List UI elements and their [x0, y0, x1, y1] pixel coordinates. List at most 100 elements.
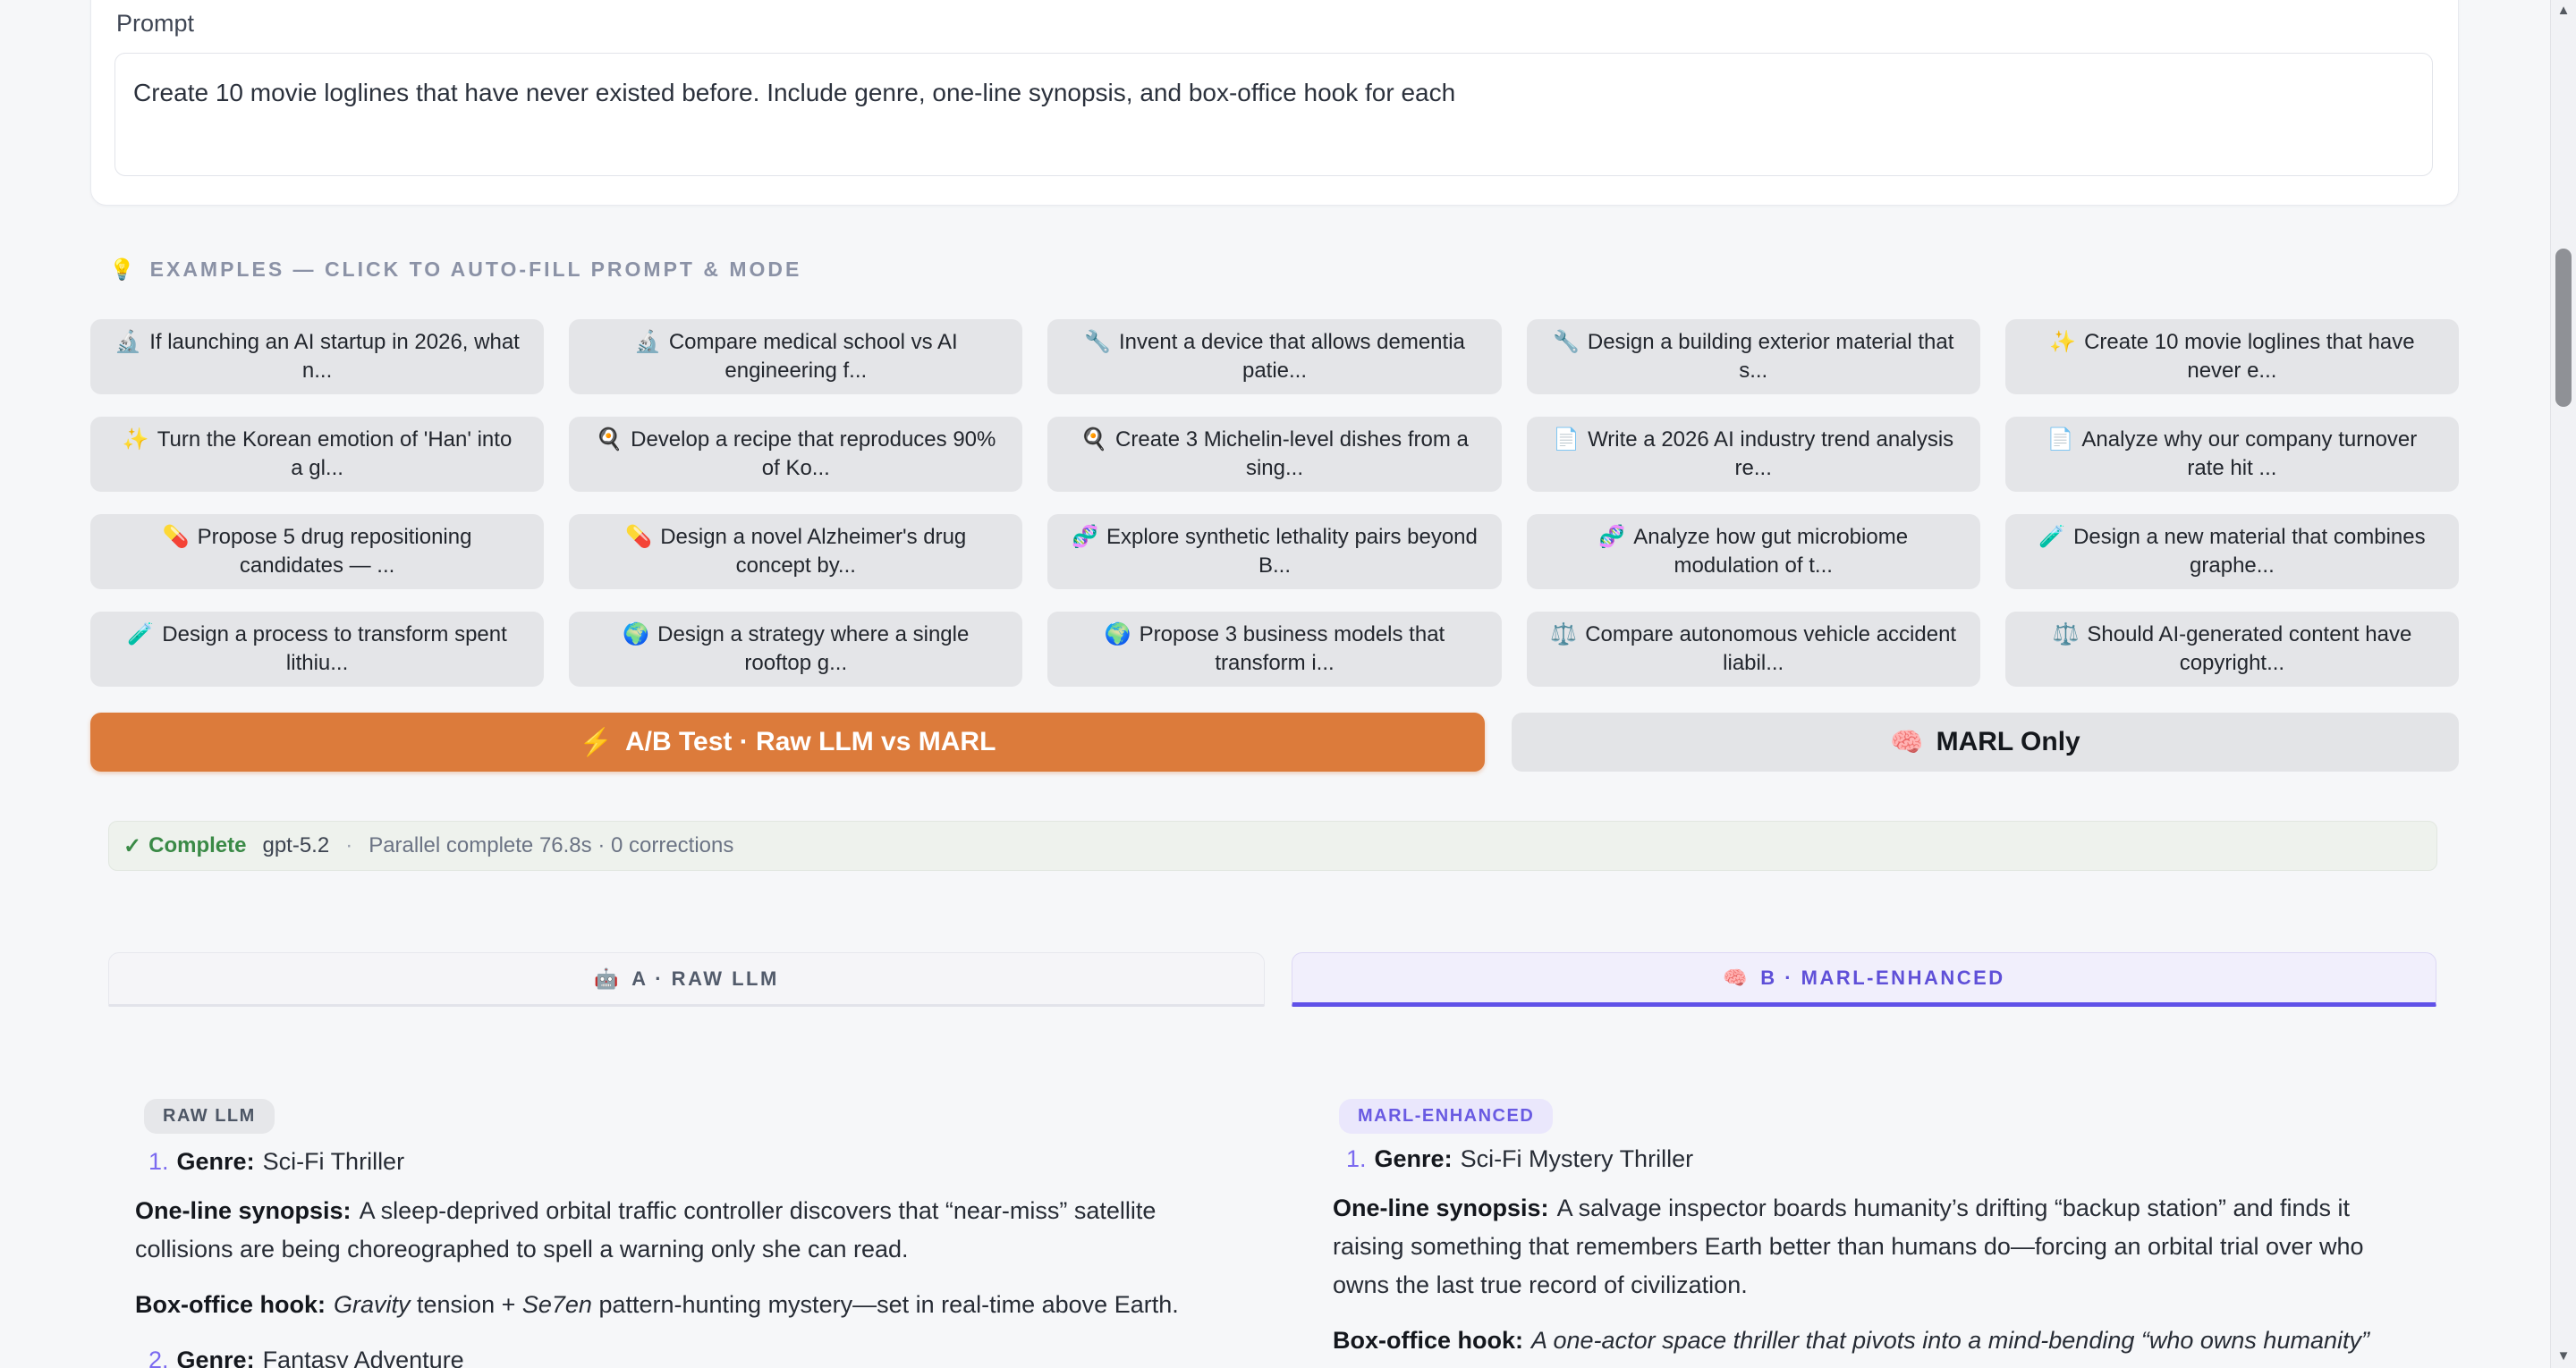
- scroll-down-arrow-icon[interactable]: ▼: [2551, 1348, 2576, 1364]
- pill-icon: 💊: [625, 525, 652, 549]
- genre-value: Sci-Fi Mystery Thriller: [1461, 1145, 1694, 1172]
- list-number: 1.: [1346, 1145, 1367, 1172]
- mode-button-row: ⚡ A/B Test · Raw LLM vs MARL 🧠 MARL Only: [90, 713, 2459, 772]
- genre-label: Genre:: [177, 1347, 255, 1368]
- genre-value: Fantasy Adventure: [263, 1347, 464, 1368]
- raw-llm-badge: RAW LLM: [144, 1099, 275, 1134]
- globe-icon: 🌍: [1105, 622, 1131, 646]
- example-label: Explore synthetic lethality pairs beyond…: [1106, 525, 1478, 578]
- example-button[interactable]: 💊 Design a novel Alzheimer's drug concept…: [569, 514, 1022, 589]
- microscope-icon: 🔬: [634, 330, 661, 354]
- dna-icon: 🧬: [1072, 525, 1098, 549]
- examples-header-label: EXAMPLES — CLICK TO AUTO-FILL PROMPT & M…: [150, 258, 802, 282]
- example-button[interactable]: ⚖️ Should AI-generated content have copyr…: [2005, 612, 2459, 687]
- scrollbar-track[interactable]: ▲ ▼: [2550, 0, 2576, 1368]
- scales-icon: ⚖️: [1550, 622, 1577, 646]
- document-icon: 📄: [2047, 427, 2074, 452]
- example-button[interactable]: 🧪 Design a new material that combines gra…: [2005, 514, 2459, 589]
- test-tube-icon: 🧪: [2038, 525, 2065, 549]
- example-button[interactable]: 📄Analyze why our company turnover rate h…: [2005, 417, 2459, 492]
- synopsis-paragraph: One-line synopsis:A sleep-deprived orbit…: [135, 1192, 1222, 1269]
- example-label: Analyze how gut microbiome modulation of…: [1633, 525, 1908, 578]
- example-button[interactable]: 🧬 Analyze how gut microbiome modulation o…: [1527, 514, 1980, 589]
- example-button[interactable]: 📄 Write a 2026 AI industry trend analysis…: [1527, 417, 1980, 492]
- examples-header: 💡 EXAMPLES — CLICK TO AUTO-FILL PROMPT &…: [109, 258, 801, 282]
- pane-a-content: 1.Genre:Sci-Fi Thriller One-line synopsi…: [135, 1143, 1222, 1368]
- example-label: Create 3 Michelin-level dishes from a si…: [1115, 427, 1469, 480]
- cooking-icon: 🍳: [1080, 427, 1107, 452]
- example-label: Invent a device that allows dementia pat…: [1119, 330, 1465, 383]
- example-button[interactable]: 🌍Design a strategy where a single roofto…: [569, 612, 1022, 687]
- pill-icon: 💊: [163, 525, 190, 549]
- example-button[interactable]: ✨ Create 10 movie loglines that have neve…: [2005, 319, 2459, 394]
- example-label: Compare medical school vs AI engineering…: [669, 330, 958, 383]
- example-label: Should AI-generated content have copyrig…: [2087, 622, 2411, 675]
- example-label: Design a new material that combines grap…: [2073, 525, 2426, 578]
- marl-enhanced-badge: MARL-ENHANCED: [1339, 1099, 1553, 1134]
- sparkles-icon: ✨: [2049, 330, 2076, 354]
- prompt-input[interactable]: Create 10 movie loglines that have never…: [115, 54, 2432, 175]
- example-label: Write a 2026 AI industry trend analysis …: [1588, 427, 1953, 480]
- example-button[interactable]: ✨Turn the Korean emotion of 'Han' into a…: [90, 417, 544, 492]
- example-button[interactable]: 🔬If launching an AI startup in 2026, wha…: [90, 319, 544, 394]
- brain-icon: 🧠: [1723, 967, 1750, 990]
- example-button[interactable]: 🔧Design a building exterior material tha…: [1527, 319, 1980, 394]
- brain-icon: 🧠: [1890, 727, 1923, 758]
- synopsis-paragraph: One-line synopsis:A salvage inspector bo…: [1333, 1189, 2419, 1305]
- marl-only-label: MARL Only: [1936, 727, 2080, 757]
- list-item: 1. Genre: Sci-Fi Mystery Thriller: [1333, 1140, 2419, 1178]
- example-label: Create 10 movie loglines that have never…: [2084, 330, 2415, 383]
- status-bar: ✓ Complete gpt-5.2 · Parallel complete 7…: [108, 821, 2437, 871]
- example-button[interactable]: 🔬 Compare medical school vs AI engineerin…: [569, 319, 1022, 394]
- pane-b-title: B · MARL-ENHANCED: [1760, 967, 2004, 990]
- wrench-icon: 🔧: [1553, 330, 1580, 354]
- cooking-icon: 🍳: [596, 427, 623, 452]
- example-label: Compare autonomous vehicle accident liab…: [1585, 622, 1956, 675]
- example-button[interactable]: 🍳 Create 3 Michelin-level dishes from a s…: [1047, 417, 1501, 492]
- status-state: Complete: [148, 833, 246, 858]
- sparkles-icon: ✨: [123, 427, 149, 452]
- example-label: Design a process to transform spent lith…: [162, 622, 507, 675]
- genre-value: Sci-Fi Thriller: [263, 1148, 405, 1175]
- scroll-up-arrow-icon[interactable]: ▲: [2551, 3, 2576, 18]
- hook-text-1: tension +: [411, 1291, 522, 1318]
- pane-a-title: A · RAW LLM: [631, 967, 779, 991]
- scales-icon: ⚖️: [2052, 622, 2079, 646]
- hook-label: Box-office hook:: [1333, 1327, 1523, 1354]
- pane-b-content: 1. Genre: Sci-Fi Mystery Thriller One-line…: [1333, 1140, 2419, 1368]
- example-button[interactable]: 🍳 Develop a recipe that reproduces 90% of…: [569, 417, 1022, 492]
- marl-only-button[interactable]: 🧠 MARL Only: [1512, 713, 2459, 772]
- document-icon: 📄: [1553, 427, 1580, 452]
- example-label: Develop a recipe that reproduces 90% of …: [631, 427, 996, 480]
- status-model: gpt-5.2: [262, 833, 329, 858]
- examples-grid: 🔬If launching an AI startup in 2026, wha…: [90, 319, 2459, 687]
- example-label: Design a novel Alzheimer's drug concept …: [660, 525, 966, 578]
- genre-label: Genre:: [1375, 1145, 1453, 1172]
- globe-icon: 🌍: [623, 622, 649, 646]
- app-page: Prompt Create 10 movie loglines that hav…: [0, 0, 2576, 1368]
- example-button[interactable]: 💊 Propose 5 drug repositioning candidates…: [90, 514, 544, 589]
- example-button[interactable]: 🌍Propose 3 business models that transfor…: [1047, 612, 1501, 687]
- dna-icon: 🧬: [1598, 525, 1625, 549]
- lightbulb-icon: 💡: [109, 258, 138, 282]
- check-icon: ✓: [123, 833, 141, 859]
- pane-a-header[interactable]: 🤖 A · RAW LLM: [108, 952, 1265, 1007]
- example-button[interactable]: ⚖️ Compare autonomous vehicle accident li…: [1527, 612, 1980, 687]
- example-label: Propose 5 drug repositioning candidates …: [198, 525, 472, 578]
- example-button[interactable]: 🧪 Design a process to transform spent lit…: [90, 612, 544, 687]
- hook-text-2: pattern-hunting mystery—set in real-time…: [592, 1291, 1179, 1318]
- ab-test-button[interactable]: ⚡ A/B Test · Raw LLM vs MARL: [90, 713, 1485, 772]
- synopsis-label: One-line synopsis:: [135, 1197, 352, 1224]
- scrollbar-thumb[interactable]: [2555, 249, 2572, 407]
- genre-label: Genre:: [177, 1148, 255, 1175]
- status-complete: ✓ Complete: [123, 833, 246, 859]
- hook-label: Box-office hook:: [135, 1291, 326, 1318]
- pane-b-header[interactable]: 🧠 B · MARL-ENHANCED: [1292, 952, 2436, 1007]
- synopsis-label: One-line synopsis:: [1333, 1195, 1549, 1221]
- prompt-input-wrapper: Create 10 movie loglines that have never…: [114, 53, 2433, 176]
- test-tube-icon: 🧪: [127, 622, 154, 646]
- example-button[interactable]: 🔧Invent a device that allows dementia pa…: [1047, 319, 1501, 394]
- example-button[interactable]: 🧬 Explore synthetic lethality pairs beyon…: [1047, 514, 1501, 589]
- prompt-label: Prompt: [116, 10, 194, 38]
- microscope-icon: 🔬: [114, 330, 141, 354]
